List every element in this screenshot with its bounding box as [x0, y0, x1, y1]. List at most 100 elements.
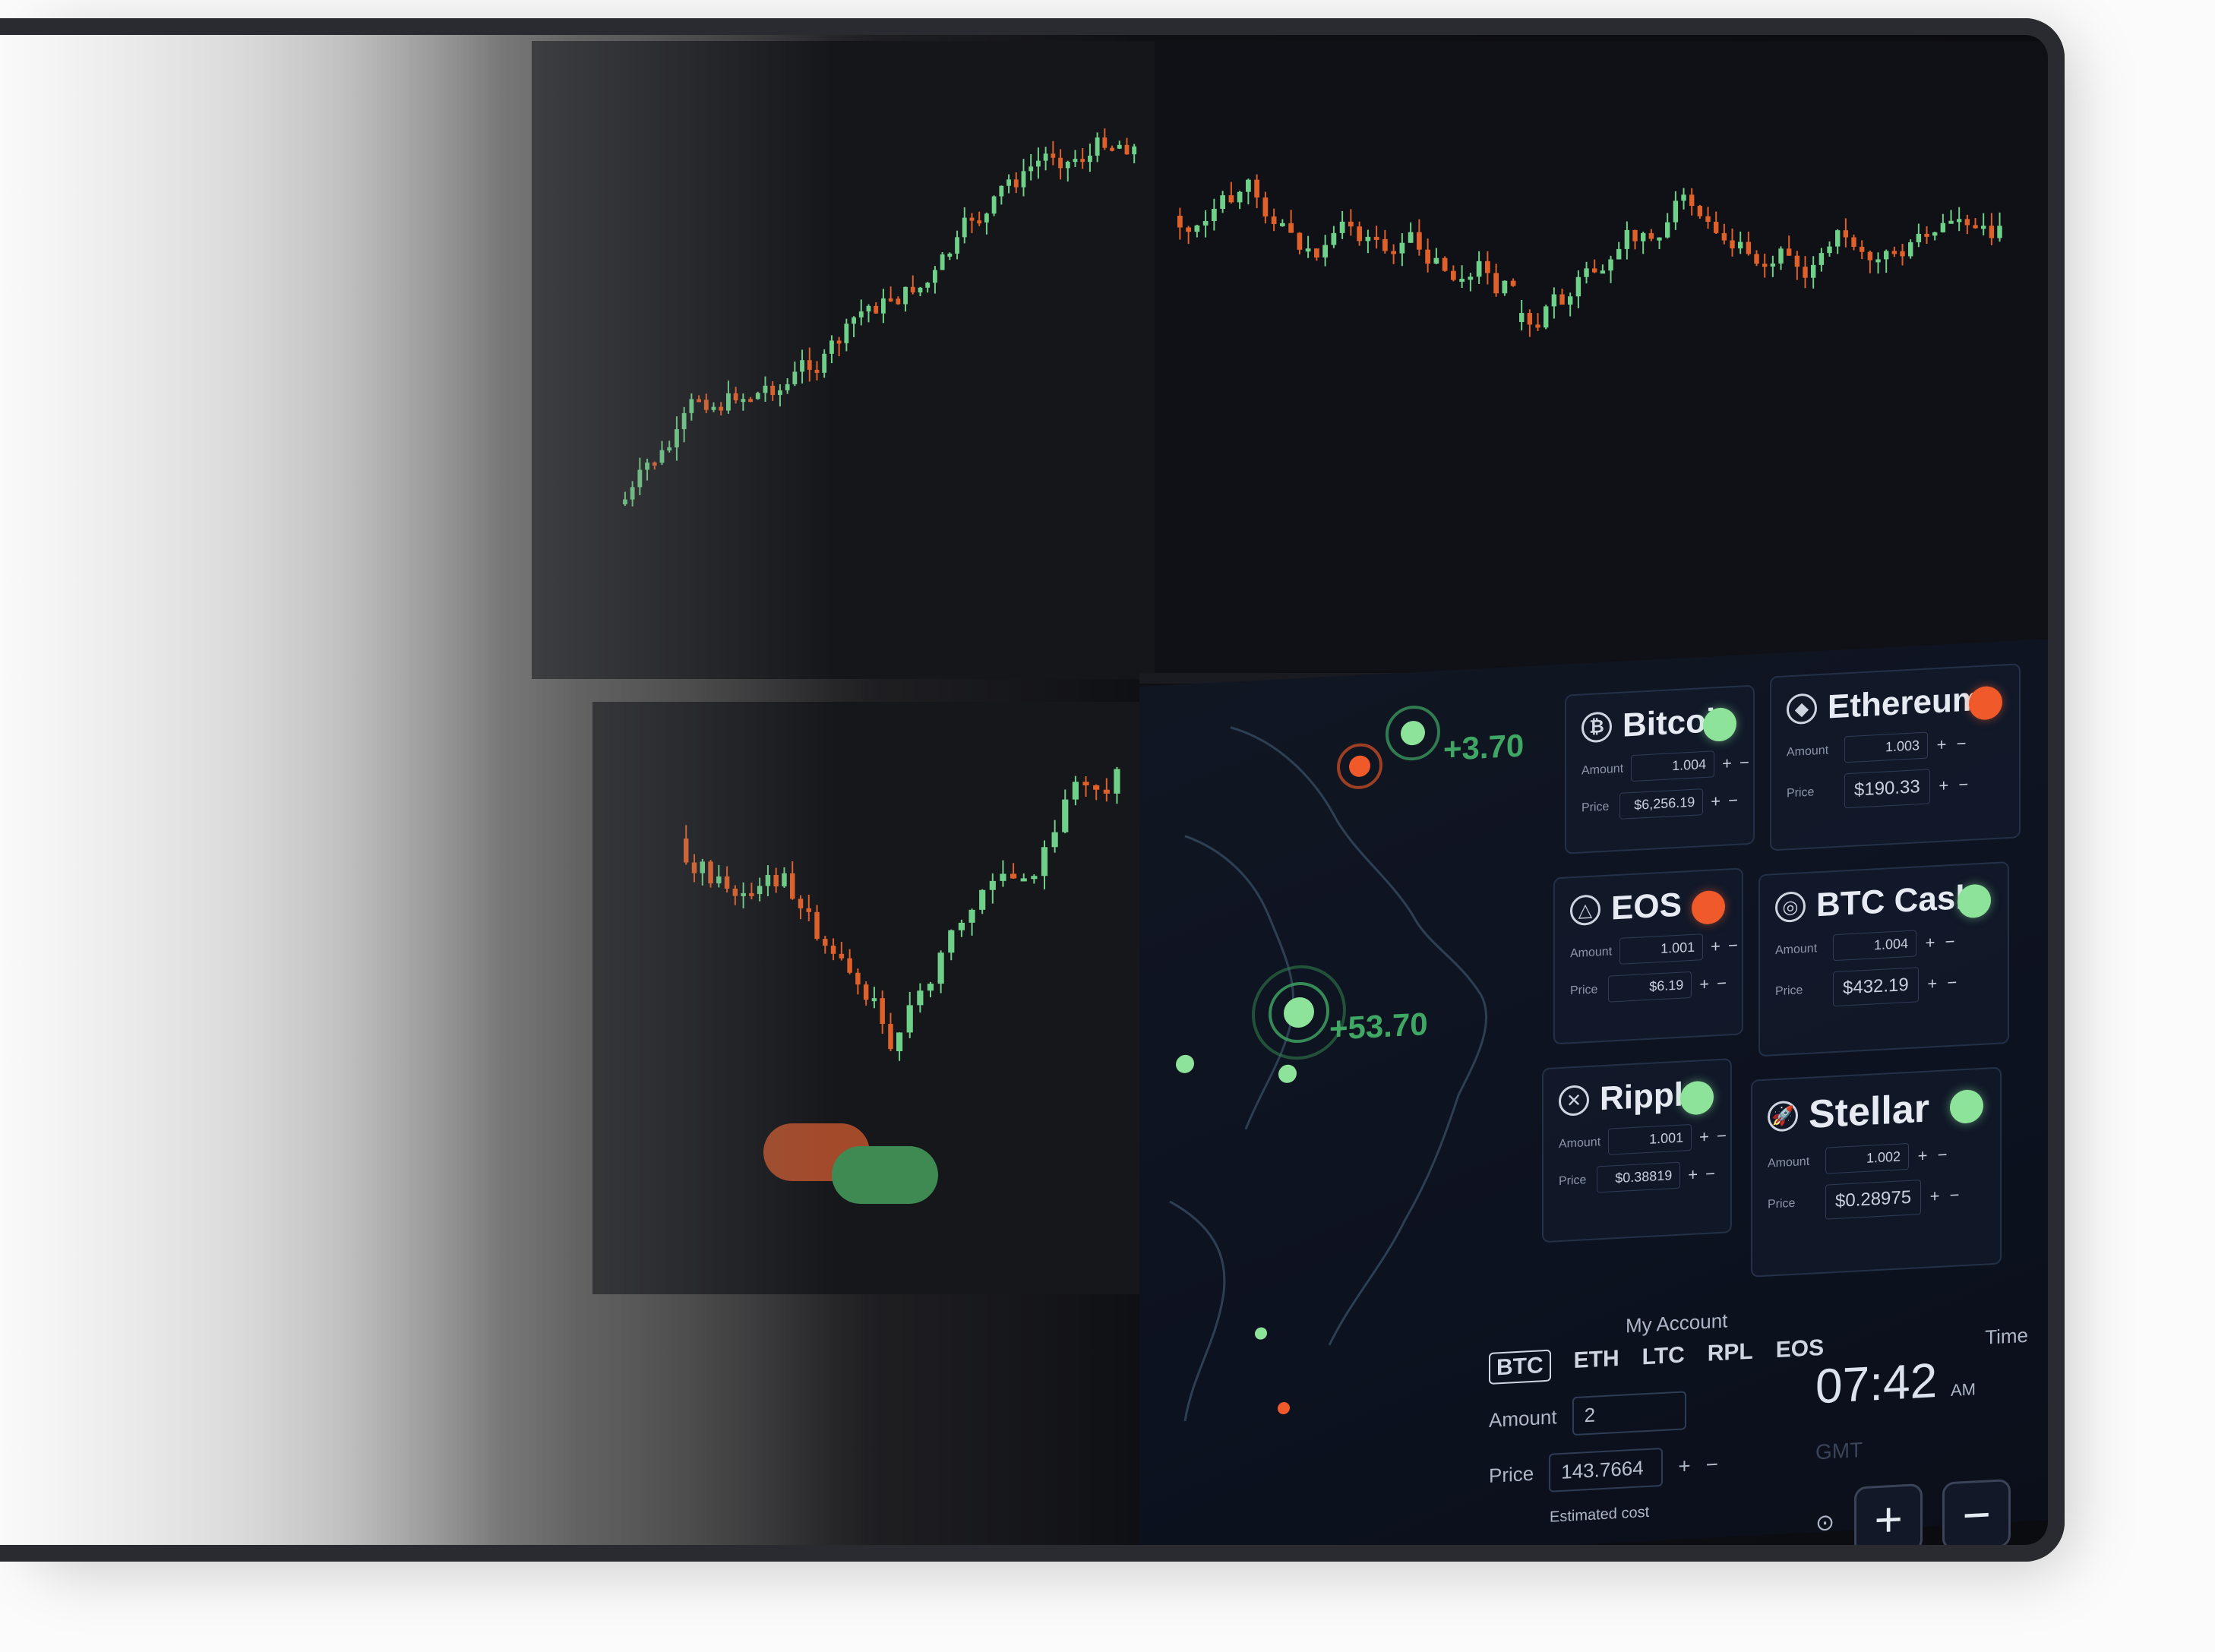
amount-field[interactable]: 1.001	[1608, 1123, 1692, 1155]
stellar-icon: 🚀	[1768, 1100, 1798, 1132]
plus-button[interactable]: +	[1711, 936, 1720, 956]
decrease-button[interactable]: −	[1942, 1478, 2011, 1551]
coin-name: EOS	[1611, 886, 1682, 927]
minus-button[interactable]: −	[1946, 973, 1958, 993]
candle-body	[958, 922, 965, 930]
candle-body	[700, 861, 705, 873]
coin-name: Ethereum	[1828, 680, 1982, 726]
minus-button[interactable]: −	[1948, 1185, 1961, 1205]
map-marker	[1176, 1054, 1194, 1073]
candle-body	[830, 946, 836, 954]
candle-body	[691, 862, 697, 873]
plus-button[interactable]: +	[1722, 753, 1732, 774]
time-panel: Time 07:42 AM GMT ⊙ + −	[1815, 1324, 2028, 1558]
plus-button[interactable]: +	[1699, 974, 1709, 994]
candle-body	[806, 908, 811, 912]
candle-body	[847, 958, 852, 973]
clock-value: 07:42	[1815, 1352, 1938, 1414]
minus-button[interactable]: −	[1944, 931, 1956, 952]
plus-button[interactable]: +	[1699, 1126, 1709, 1147]
estimated-cost-label: Estimated cost	[1550, 1503, 1650, 1526]
candle-body	[1082, 782, 1089, 785]
minus-button[interactable]: −	[1955, 733, 1967, 753]
plus-button[interactable]: +	[1938, 775, 1950, 796]
candle-body	[823, 939, 828, 946]
plus-button[interactable]: +	[1688, 1164, 1698, 1185]
account-tabs: BTC ETH LTC RPL EOS	[1489, 1335, 1824, 1385]
candle-body	[814, 911, 820, 940]
candle-body	[773, 874, 779, 887]
coin-card-eos[interactable]: △ EOS Amount 1.001 + − Price $6.19 + −	[1553, 867, 1743, 1045]
minus-button[interactable]: −	[1957, 775, 1970, 795]
candle-body	[863, 984, 869, 1000]
map-marker	[1278, 1402, 1290, 1415]
candle-body	[765, 874, 771, 886]
amount-field[interactable]: 1.001	[1619, 933, 1704, 965]
minus-button[interactable]: −	[1739, 752, 1749, 772]
price-field[interactable]: $6.19	[1608, 971, 1692, 1003]
account-amount-input[interactable]: 2	[1572, 1391, 1686, 1436]
candle-body	[871, 998, 877, 1002]
price-field[interactable]: $190.33	[1844, 769, 1930, 809]
ripple-icon: ✕	[1559, 1084, 1589, 1117]
candle-body	[1041, 847, 1048, 877]
clock: 07:42 AM GMT	[1815, 1347, 2028, 1471]
coin-card-bitcoin[interactable]: ₿ Bitcoin Amount 1.004 + − Price $6,256.19 + −	[1565, 684, 1755, 854]
coin-name: BTC Cash	[1816, 878, 1976, 924]
candle-body	[855, 972, 861, 985]
candle-body	[1114, 769, 1120, 794]
candle-body	[782, 873, 787, 887]
minus-button[interactable]: −	[1936, 1145, 1948, 1165]
coin-card-ripple[interactable]: ✕ Ripple Amount 1.001 + − Price $0.38819 + −	[1542, 1058, 1732, 1243]
minus-button[interactable]: −	[1728, 935, 1738, 956]
minus-button[interactable]: −	[1717, 973, 1727, 993]
bitcoin-icon: ₿	[1581, 711, 1612, 744]
minus-button[interactable]: −	[1705, 1164, 1715, 1184]
candle-body	[1020, 878, 1027, 882]
clock-icon: ⊙	[1815, 1509, 1835, 1536]
tab-rpl[interactable]: RPL	[1708, 1339, 1753, 1373]
price-field[interactable]: $432.19	[1833, 967, 1919, 1007]
candle-body	[749, 892, 754, 896]
coin-card-stellar[interactable]: 🚀 Stellar Amount 1.002 + − Price $0.28975 + −	[1751, 1066, 2002, 1278]
candle-body	[798, 899, 804, 908]
price-field[interactable]: $0.28975	[1825, 1180, 1922, 1220]
buy-button[interactable]	[832, 1146, 938, 1204]
coin-name: Stellar	[1809, 1086, 1929, 1137]
price-field[interactable]: $6,256.19	[1619, 788, 1704, 820]
plus-button[interactable]: +	[1678, 1453, 1690, 1478]
plus-button[interactable]: +	[1924, 933, 1936, 953]
plus-button[interactable]: +	[1929, 1186, 1941, 1207]
tab-eth[interactable]: ETH	[1574, 1346, 1619, 1380]
coin-card-btc-cash[interactable]: ◎ BTC Cash Amount 1.004 + − Price $432.19 + −	[1758, 861, 2009, 1057]
plus-button[interactable]: +	[1935, 734, 1948, 755]
amount-field[interactable]: 1.002	[1825, 1142, 1909, 1174]
candle-body	[1103, 789, 1110, 794]
minus-button[interactable]: −	[1728, 790, 1738, 810]
map-label-east: +53.70	[1329, 1006, 1428, 1047]
candle-body	[1000, 873, 1006, 881]
tab-ltc[interactable]: LTC	[1642, 1342, 1685, 1376]
plus-button[interactable]: +	[1916, 1145, 1929, 1166]
tab-btc[interactable]: BTC	[1489, 1349, 1551, 1385]
eos-icon: △	[1570, 894, 1600, 927]
candle-body	[757, 886, 763, 895]
plus-button[interactable]: +	[1711, 791, 1720, 811]
coin-card-ethereum[interactable]: ◆ Ethereum Amount 1.003 + − Price $190.33 + −	[1770, 663, 2021, 851]
amount-field[interactable]: 1.004	[1833, 930, 1916, 962]
crypto-dashboard: +3.70 +53.70 ₿ Bitcoin Amount 1.004 + − Pric…	[1139, 639, 2051, 1562]
screenshot-frame: +3.70 +53.70 ₿ Bitcoin Amount 1.004 + − Pric…	[0, 18, 2065, 1562]
account-price-input[interactable]: 143.7664	[1549, 1447, 1664, 1492]
clock-ampm: AM	[1950, 1379, 1976, 1401]
map-marker	[1278, 1064, 1297, 1083]
amount-field[interactable]: 1.003	[1844, 731, 1928, 763]
candle-body	[1062, 799, 1069, 832]
price-field[interactable]: $0.38819	[1597, 1161, 1681, 1193]
increase-button[interactable]: +	[1854, 1483, 1923, 1556]
candle-body	[896, 1032, 903, 1051]
amount-field[interactable]: 1.004	[1631, 750, 1715, 782]
minus-button[interactable]: −	[1717, 1126, 1727, 1146]
candle-body	[1093, 785, 1100, 790]
minus-button[interactable]: −	[1706, 1452, 1718, 1477]
plus-button[interactable]: +	[1926, 974, 1939, 994]
